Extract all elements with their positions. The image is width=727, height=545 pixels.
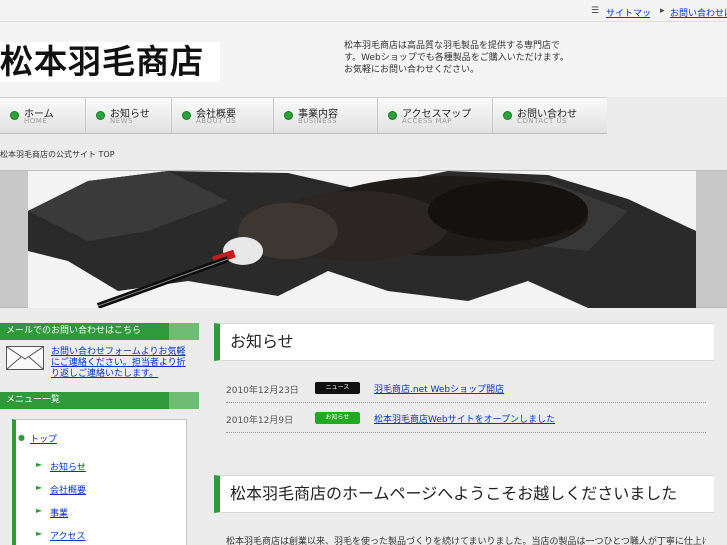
sidebar-menu: ● トップ ► お知らせ ► 会社概要 ► 事業 ► アクセス bbox=[12, 419, 187, 545]
global-nav: ホーム HOME お知らせ NEWS 会社概要 ABOUT US 事業内容 BU… bbox=[0, 97, 607, 134]
bullet-icon bbox=[182, 111, 191, 120]
nav-contact[interactable]: お問い合わせ CONTACT US bbox=[493, 98, 607, 133]
sitemap-icon: ☰ bbox=[591, 6, 600, 16]
hero-image bbox=[28, 171, 696, 308]
news-title-link[interactable]: 松本羽毛商店Webサイトをオープンしました bbox=[374, 412, 555, 425]
contact-form-link[interactable]: お問い合わせフォームよりお気軽にご連絡ください。担当者より折り返しご連絡いたしま… bbox=[51, 347, 193, 380]
nav-sublabel: ACCESS MAP bbox=[402, 117, 453, 125]
about-text: 松本羽毛商店は創業以来、羽毛を使った製品づくりを続けてまいりました。当店の製品は… bbox=[226, 537, 706, 545]
arrow-icon: ► bbox=[36, 460, 43, 469]
arrow-icon: ▸ bbox=[660, 6, 665, 16]
arrow-icon: ► bbox=[36, 483, 43, 492]
bullet-icon: ● bbox=[18, 433, 25, 442]
news-date: 2010年12月23日 bbox=[226, 386, 299, 396]
nav-sublabel: ABOUT US bbox=[196, 117, 237, 125]
sidebar-item-business[interactable]: 事業 bbox=[50, 506, 68, 519]
news-title-link[interactable]: 羽毛商店.net Webショップ開店 bbox=[374, 382, 504, 395]
breadcrumb: 松本羽毛商店の公式サイト TOP bbox=[0, 150, 115, 159]
arrow-icon: ► bbox=[36, 506, 43, 515]
nav-sublabel: NEWS bbox=[110, 117, 134, 125]
sidebar-menu-heading: メニュー一覧 bbox=[0, 392, 199, 409]
nav-news[interactable]: お知らせ NEWS bbox=[86, 98, 172, 133]
news-date: 2010年12月9日 bbox=[226, 416, 294, 426]
nav-access[interactable]: アクセスマップ ACCESS MAP bbox=[378, 98, 493, 133]
arrow-icon: ► bbox=[36, 529, 43, 538]
news-badge: ニュース bbox=[315, 382, 360, 394]
mail-icon[interactable] bbox=[6, 346, 44, 370]
bullet-icon bbox=[503, 111, 512, 120]
divider bbox=[226, 402, 706, 403]
bullet-icon bbox=[388, 111, 397, 120]
site-tagline: 松本羽毛商店は高品質な羽毛製品を提供する専門店です。Webショップでも各種製品を… bbox=[344, 41, 569, 75]
nav-sublabel: CONTACT US bbox=[517, 117, 567, 125]
about-section-title: 松本羽毛商店のホームページへようこそお越しくださいました bbox=[214, 475, 714, 513]
site-header: 松本羽毛商店 松本羽毛商店は高品質な羽毛製品を提供する専門店です。Webショップ… bbox=[0, 22, 727, 97]
sitemap-link[interactable]: サイトマップ bbox=[606, 6, 650, 19]
nav-sublabel: HOME bbox=[24, 117, 48, 125]
sidebar-item-news[interactable]: お知らせ bbox=[50, 460, 86, 473]
news-section-title: お知らせ bbox=[214, 323, 714, 361]
news-item: 2010年12月9日 お知らせ 松本羽毛商店Webサイトをオープンしました bbox=[226, 409, 706, 431]
bullet-icon bbox=[284, 111, 293, 120]
sidebar-item-access[interactable]: アクセス bbox=[50, 529, 86, 542]
contact-link[interactable]: お問い合わせはこちら bbox=[670, 6, 727, 19]
site-logo[interactable]: 松本羽毛商店 bbox=[0, 42, 220, 82]
nav-about[interactable]: 会社概要 ABOUT US bbox=[172, 98, 274, 133]
news-badge: お知らせ bbox=[315, 412, 360, 424]
sidebar-contact-heading: メールでのお問い合わせはこちら bbox=[0, 323, 199, 340]
sidebar-item-top[interactable]: トップ bbox=[30, 432, 57, 445]
bullet-icon bbox=[10, 111, 19, 120]
divider bbox=[226, 432, 706, 433]
nav-sublabel: BUSINESS bbox=[298, 117, 337, 125]
hero-banner bbox=[0, 170, 727, 308]
nav-home[interactable]: ホーム HOME bbox=[0, 98, 86, 133]
news-item: 2010年12月23日 ニュース 羽毛商店.net Webショップ開店 bbox=[226, 379, 706, 401]
bullet-icon bbox=[96, 111, 105, 120]
utility-bar: ☰ サイトマップ ▸ お問い合わせはこちら bbox=[0, 0, 727, 22]
sidebar-item-about[interactable]: 会社概要 bbox=[50, 483, 86, 496]
nav-business[interactable]: 事業内容 BUSINESS bbox=[274, 98, 378, 133]
